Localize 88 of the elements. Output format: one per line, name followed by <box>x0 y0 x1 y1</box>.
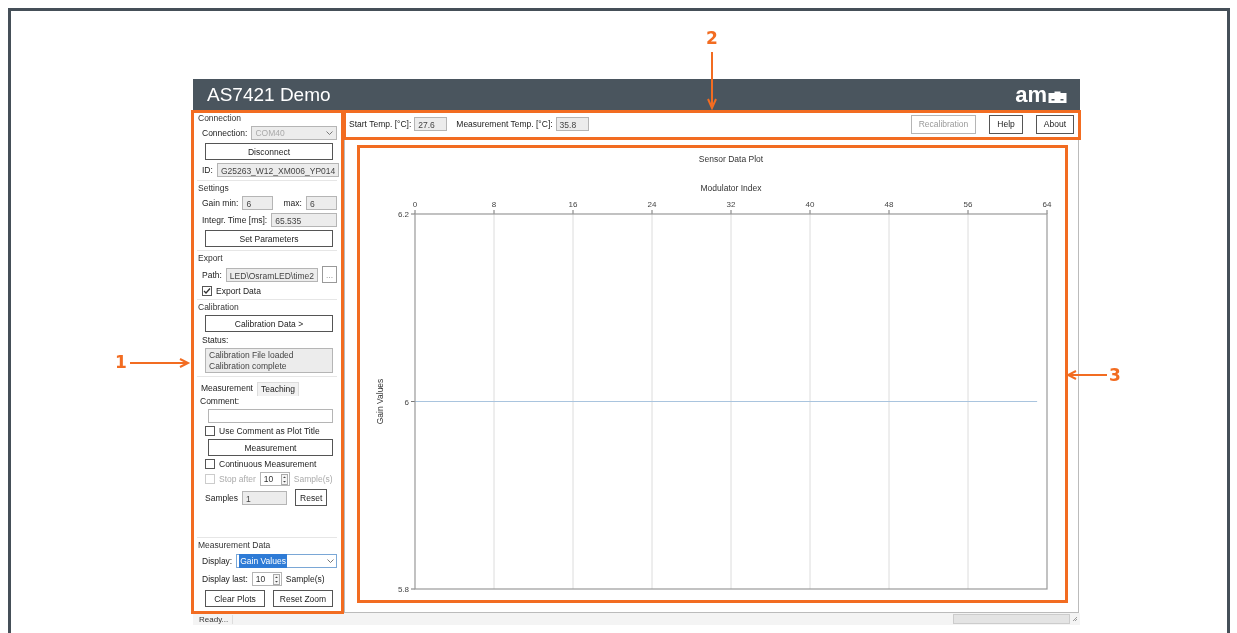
tick-label: 5.8 <box>397 585 409 594</box>
window-title: AS7421 Demo <box>207 83 331 106</box>
field-label: Comment: <box>200 396 241 406</box>
field-label: Samples <box>205 492 239 503</box>
tick-mark <box>651 209 653 215</box>
tick-label: 56 <box>963 200 973 209</box>
callout-arrow <box>707 52 717 110</box>
tick-label: 16 <box>568 200 578 209</box>
tick-mark <box>410 588 416 590</box>
spin-arrows-icon <box>280 473 288 485</box>
text-field[interactable]: 6 <box>305 196 337 210</box>
section-heading: Export <box>198 253 224 263</box>
checkbox-label: Export Data <box>216 286 261 296</box>
section-heading: Measurement Data <box>198 540 272 550</box>
field-label: ID: <box>202 165 213 175</box>
button[interactable]: Set Parameters <box>205 230 333 247</box>
checkbox[interactable] <box>202 286 212 296</box>
field-label: Display: <box>202 556 233 566</box>
button[interactable]: Measurement <box>208 439 333 456</box>
tick-mark <box>888 209 890 215</box>
field-label: Start Temp. [°C]: <box>349 119 412 129</box>
tick-label: 40 <box>805 200 815 209</box>
text-field[interactable]: 6 <box>242 196 274 210</box>
field-label: Measurement Temp. [°C]: <box>456 119 553 129</box>
tick-label: 6 <box>404 397 409 407</box>
caret-icon <box>327 558 334 564</box>
dropdown[interactable]: Gain Values <box>236 554 337 568</box>
text-field[interactable]: 35.8 <box>555 117 589 131</box>
button[interactable]: About <box>1035 114 1074 134</box>
button[interactable]: Calibration Data > <box>205 315 333 332</box>
callout-arrow <box>130 358 192 368</box>
status-text: Ready... <box>195 614 234 624</box>
button[interactable]: Clear Plots <box>205 590 265 607</box>
section-heading: Calibration <box>198 302 240 312</box>
axis-title: Gain Values <box>375 378 385 425</box>
tick-mark <box>493 209 495 215</box>
tab[interactable]: Teaching <box>256 382 299 396</box>
tick-mark <box>572 209 574 215</box>
tick-mark <box>809 209 811 215</box>
callout-number: 3 <box>1109 365 1121 385</box>
axis-title: Modulator Index <box>700 183 762 193</box>
callout-number: 2 <box>706 28 718 48</box>
tick-mark <box>730 209 732 215</box>
checkbox-label: Continuous Measurement <box>219 459 317 469</box>
callout-arrow <box>1067 370 1107 380</box>
text-field[interactable]: 27.6 <box>414 117 448 131</box>
text-field[interactable]: 1 <box>242 490 288 505</box>
tick-label: 48 <box>884 200 894 209</box>
spin-arrows-icon <box>272 573 280 585</box>
tick-mark <box>967 209 969 215</box>
logo-text: am <box>1015 84 1047 105</box>
resize-grip-icon <box>1072 616 1078 622</box>
chart-title: Sensor Data Plot <box>698 154 764 164</box>
field-label: Connection: <box>202 128 248 138</box>
tick-mark <box>410 401 416 402</box>
caret-icon <box>326 130 333 136</box>
checkbox-label: Use Comment as Plot Title <box>219 426 320 436</box>
number-spinner[interactable]: 10 <box>259 472 290 486</box>
text-field[interactable]: G25263_W12_XM006_YP014 <box>216 163 340 177</box>
number-spinner[interactable]: 10 <box>251 572 282 586</box>
tick-label: 64 <box>1042 200 1052 209</box>
callout-number: 1 <box>115 352 127 372</box>
button[interactable]: Disconnect <box>205 143 333 160</box>
tick-mark <box>1046 209 1048 215</box>
status-field: Calibration File loaded Calibration complete <box>205 348 333 373</box>
button[interactable]: Help <box>989 114 1023 134</box>
tick-label: 32 <box>726 200 736 209</box>
comment-field[interactable] <box>208 409 333 423</box>
tick-label: 24 <box>647 200 657 209</box>
field-label: max: <box>283 198 302 208</box>
text-field[interactable]: 65.535 <box>271 213 337 227</box>
unit-label: Sample(s) <box>293 474 333 484</box>
tick-label: 8 <box>491 200 497 209</box>
checkbox[interactable] <box>205 426 215 436</box>
field-label: Integr. Time [ms]: <box>202 215 268 225</box>
checkbox-label: Stop after <box>219 474 256 484</box>
button[interactable]: Reset Zoom <box>273 590 333 607</box>
tick-label: 6.2 <box>397 210 409 219</box>
field-label: Display last: <box>202 574 248 584</box>
field-label: Gain min: <box>202 198 239 208</box>
section-heading: Connection <box>198 113 242 123</box>
field-label: Status: <box>201 335 230 345</box>
section-heading: Settings <box>198 183 230 193</box>
button[interactable]: Reset <box>295 489 328 506</box>
tick-label: 0 <box>412 200 418 209</box>
checkbox[interactable] <box>205 459 215 469</box>
unit-label: Sample(s) <box>285 574 325 584</box>
field-label: Path: <box>202 269 222 280</box>
